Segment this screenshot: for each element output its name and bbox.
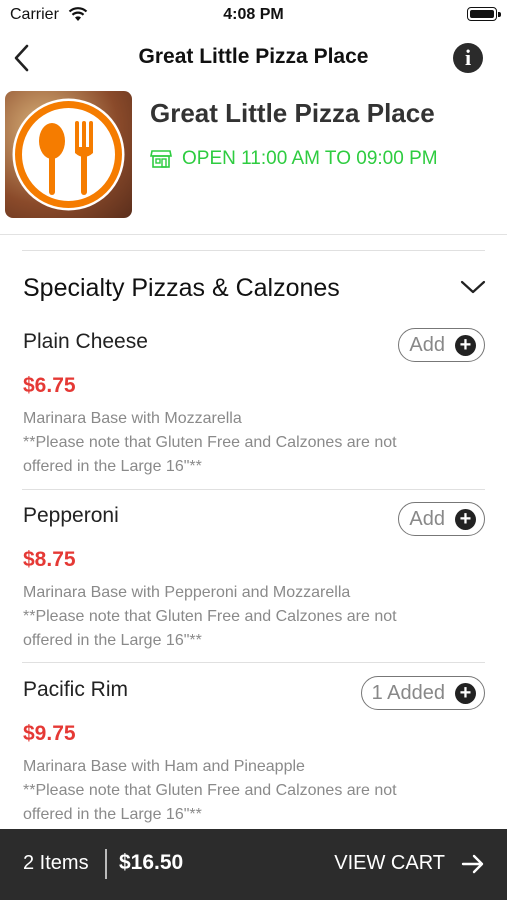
section-header-specialty-pizzas[interactable]: Specialty Pizzas & Calzones <box>0 270 507 314</box>
item-description-line: Marinara Base with Mozzarella <box>23 410 242 427</box>
added-label: 1 Added <box>371 681 445 704</box>
status-bar: Carrier 4:08 PM <box>0 0 507 30</box>
cart-total: $16.50 <box>119 851 184 874</box>
restaurant-logo <box>5 91 132 218</box>
item-price: $6.75 <box>23 374 76 397</box>
arrow-right-icon <box>461 854 484 874</box>
plus-icon: + <box>455 508 476 530</box>
item-description: Marinara Base with Ham and Pineapple **P… <box>23 755 483 827</box>
item-divider <box>22 662 485 663</box>
item-description-line: **Please note that Gluten Free and Calzo… <box>23 782 397 799</box>
store-icon <box>150 150 172 168</box>
restaurant-header: Great Little Pizza Place OPEN 11:00 AM T… <box>0 86 507 235</box>
add-button[interactable]: Add + <box>398 328 485 362</box>
item-description-line: Marinara Base with Pepperoni and Mozzare… <box>23 584 351 601</box>
chevron-left-icon <box>14 44 29 72</box>
add-label: Add <box>409 507 445 530</box>
item-description: Marinara Base with Mozzarella **Please n… <box>23 407 483 479</box>
item-name: Pepperoni <box>23 504 119 527</box>
item-name: Plain Cheese <box>23 330 148 353</box>
back-button[interactable] <box>8 40 38 76</box>
item-divider <box>22 489 485 490</box>
battery-icon <box>467 7 501 21</box>
add-label: Add <box>409 333 445 356</box>
info-icon: i <box>464 45 472 70</box>
hours-row: OPEN 11:00 AM TO 09:00 PM <box>150 148 438 170</box>
cart-item-count: 2 Items <box>23 852 89 874</box>
hours-label: OPEN 11:00 AM TO 09:00 PM <box>182 148 438 169</box>
item-description-line: offered in the Large 16"** <box>23 806 202 823</box>
item-description-line: offered in the Large 16"** <box>23 458 202 475</box>
item-price: $9.75 <box>23 722 76 745</box>
status-time: 4:08 PM <box>223 6 284 23</box>
view-cart-bar[interactable]: 2 Items $16.50 VIEW CART <box>0 829 507 900</box>
navigation-bar: Great Little Pizza Place i <box>0 30 507 86</box>
add-button[interactable]: Add + <box>398 502 485 536</box>
divider <box>22 250 485 251</box>
item-description-line: **Please note that Gluten Free and Calzo… <box>23 434 397 451</box>
chevron-down-icon <box>460 280 486 294</box>
item-price: $8.75 <box>23 548 76 571</box>
utensils-icon <box>12 98 125 211</box>
plus-icon: + <box>455 682 476 704</box>
cart-divider <box>105 849 107 879</box>
restaurant-name: Great Little Pizza Place <box>150 98 435 128</box>
item-description-line: Marinara Base with Ham and Pineapple <box>23 758 305 775</box>
item-description-line: offered in the Large 16"** <box>23 632 202 649</box>
item-description-line: **Please note that Gluten Free and Calzo… <box>23 608 397 625</box>
added-button[interactable]: 1 Added + <box>360 676 485 710</box>
page-title: Great Little Pizza Place <box>138 45 369 68</box>
item-name: Pacific Rim <box>23 678 129 701</box>
info-button[interactable]: i <box>453 43 483 73</box>
view-cart-button[interactable]: VIEW CART <box>334 852 445 875</box>
plus-icon: + <box>455 334 476 356</box>
item-description: Marinara Base with Pepperoni and Mozzare… <box>23 581 483 653</box>
section-title: Specialty Pizzas & Calzones <box>23 274 340 302</box>
